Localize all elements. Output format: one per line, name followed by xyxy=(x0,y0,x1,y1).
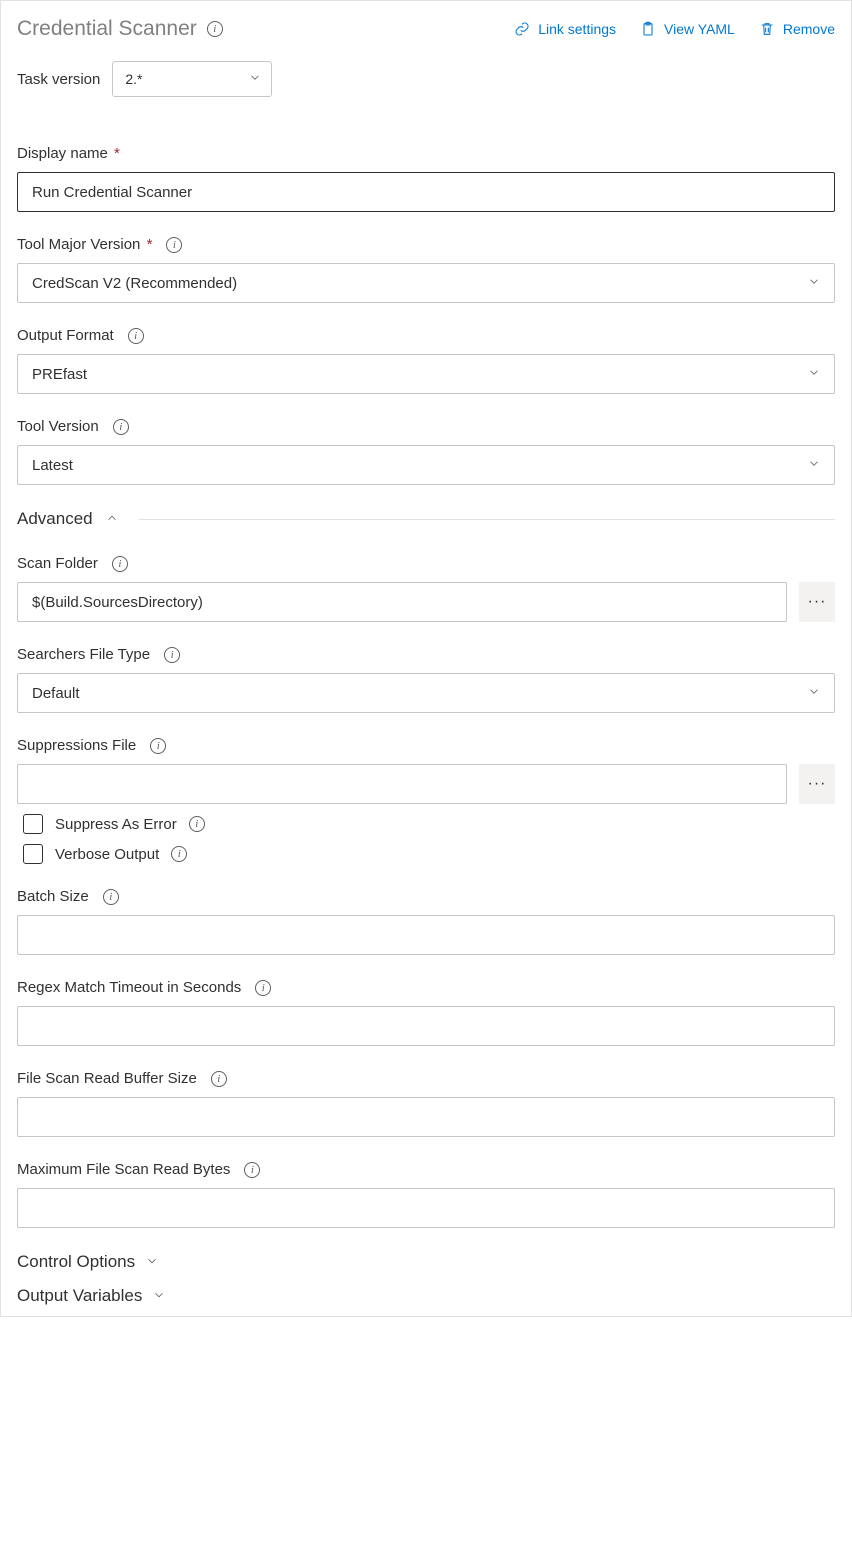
info-icon[interactable]: i xyxy=(113,419,129,435)
info-icon[interactable]: i xyxy=(189,816,205,832)
task-version-row: Task version xyxy=(17,61,835,97)
link-settings-label: Link settings xyxy=(538,21,616,37)
suppressions-file-group: Suppressions File i ··· Suppress As Erro… xyxy=(17,737,835,864)
task-version-label: Task version xyxy=(17,71,100,88)
display-name-label-row: Display name * xyxy=(17,145,835,162)
max-file-scan-bytes-label: Maximum File Scan Read Bytes xyxy=(17,1161,230,1178)
info-icon[interactable]: i xyxy=(164,647,180,663)
more-icon: ··· xyxy=(808,775,827,793)
info-icon[interactable]: i xyxy=(171,846,187,862)
info-icon[interactable]: i xyxy=(166,237,182,253)
batch-size-label: Batch Size xyxy=(17,888,89,905)
suppress-as-error-checkbox[interactable] xyxy=(23,814,43,834)
tool-major-version-group: Tool Major Version * i xyxy=(17,236,835,303)
info-icon[interactable]: i xyxy=(103,889,119,905)
chevron-up-icon xyxy=(105,511,119,528)
tool-version-label: Tool Version xyxy=(17,418,99,435)
suppressions-file-label: Suppressions File xyxy=(17,737,136,754)
info-icon[interactable]: i xyxy=(112,556,128,572)
chevron-down-icon xyxy=(145,1254,159,1271)
required-marker: * xyxy=(142,236,152,253)
suppress-as-error-row: Suppress As Error i xyxy=(23,814,835,834)
tool-version-group: Tool Version i xyxy=(17,418,835,485)
page-title: Credential Scanner xyxy=(17,17,197,41)
title-wrap: Credential Scanner i xyxy=(17,17,223,41)
searchers-file-type-select[interactable] xyxy=(17,673,835,713)
scan-folder-label: Scan Folder xyxy=(17,555,98,572)
batch-size-input[interactable] xyxy=(17,915,835,955)
scan-folder-group: Scan Folder i ··· xyxy=(17,555,835,622)
max-file-scan-bytes-group: Maximum File Scan Read Bytes i xyxy=(17,1161,835,1228)
regex-timeout-group: Regex Match Timeout in Seconds i xyxy=(17,979,835,1046)
scan-folder-browse-button[interactable]: ··· xyxy=(799,582,835,622)
max-file-scan-bytes-input[interactable] xyxy=(17,1188,835,1228)
display-name-input[interactable] xyxy=(17,172,835,212)
trash-icon xyxy=(759,21,775,37)
verbose-output-row: Verbose Output i xyxy=(23,844,835,864)
file-scan-buffer-label: File Scan Read Buffer Size xyxy=(17,1070,197,1087)
header-actions: Link settings View YAML Remove xyxy=(514,21,835,37)
control-options-title: Control Options xyxy=(17,1252,135,1272)
display-name-group: Display name * xyxy=(17,145,835,212)
task-header: Credential Scanner i Link settings View … xyxy=(17,17,835,41)
searchers-file-type-label: Searchers File Type xyxy=(17,646,150,663)
link-icon xyxy=(514,21,530,37)
tool-major-version-select[interactable] xyxy=(17,263,835,303)
regex-timeout-label: Regex Match Timeout in Seconds xyxy=(17,979,241,996)
advanced-section-header[interactable]: Advanced xyxy=(17,509,835,529)
suppress-as-error-label: Suppress As Error xyxy=(55,816,177,833)
chevron-down-icon xyxy=(152,1288,166,1305)
divider xyxy=(139,519,835,520)
verbose-output-label: Verbose Output xyxy=(55,846,159,863)
info-icon[interactable]: i xyxy=(207,21,223,37)
clipboard-icon xyxy=(640,21,656,37)
view-yaml-button[interactable]: View YAML xyxy=(640,21,735,37)
regex-timeout-input[interactable] xyxy=(17,1006,835,1046)
info-icon[interactable]: i xyxy=(150,738,166,754)
info-icon[interactable]: i xyxy=(255,980,271,996)
required-marker: * xyxy=(110,145,120,162)
tool-major-version-label: Tool Major Version xyxy=(17,236,140,253)
remove-label: Remove xyxy=(783,21,835,37)
output-format-label: Output Format xyxy=(17,327,114,344)
control-options-section-header[interactable]: Control Options xyxy=(17,1252,835,1272)
view-yaml-label: View YAML xyxy=(664,21,735,37)
info-icon[interactable]: i xyxy=(211,1071,227,1087)
suppressions-file-input[interactable] xyxy=(17,764,787,804)
suppressions-file-browse-button[interactable]: ··· xyxy=(799,764,835,804)
advanced-title: Advanced xyxy=(17,509,93,529)
output-format-select[interactable] xyxy=(17,354,835,394)
info-icon[interactable]: i xyxy=(244,1162,260,1178)
tool-major-version-label-row: Tool Major Version * i xyxy=(17,236,835,253)
verbose-output-checkbox[interactable] xyxy=(23,844,43,864)
file-scan-buffer-input[interactable] xyxy=(17,1097,835,1137)
info-icon[interactable]: i xyxy=(128,328,144,344)
link-settings-button[interactable]: Link settings xyxy=(514,21,616,37)
output-variables-title: Output Variables xyxy=(17,1286,142,1306)
file-scan-buffer-group: File Scan Read Buffer Size i xyxy=(17,1070,835,1137)
more-icon: ··· xyxy=(808,593,827,611)
searchers-file-type-group: Searchers File Type i xyxy=(17,646,835,713)
display-name-label: Display name xyxy=(17,145,108,162)
remove-button[interactable]: Remove xyxy=(759,21,835,37)
output-variables-section-header[interactable]: Output Variables xyxy=(17,1286,835,1306)
output-format-label-row: Output Format i xyxy=(17,327,835,344)
tool-version-label-row: Tool Version i xyxy=(17,418,835,435)
tool-version-select[interactable] xyxy=(17,445,835,485)
batch-size-group: Batch Size i xyxy=(17,888,835,955)
task-version-select[interactable] xyxy=(112,61,272,97)
output-format-group: Output Format i xyxy=(17,327,835,394)
scan-folder-input[interactable] xyxy=(17,582,787,622)
